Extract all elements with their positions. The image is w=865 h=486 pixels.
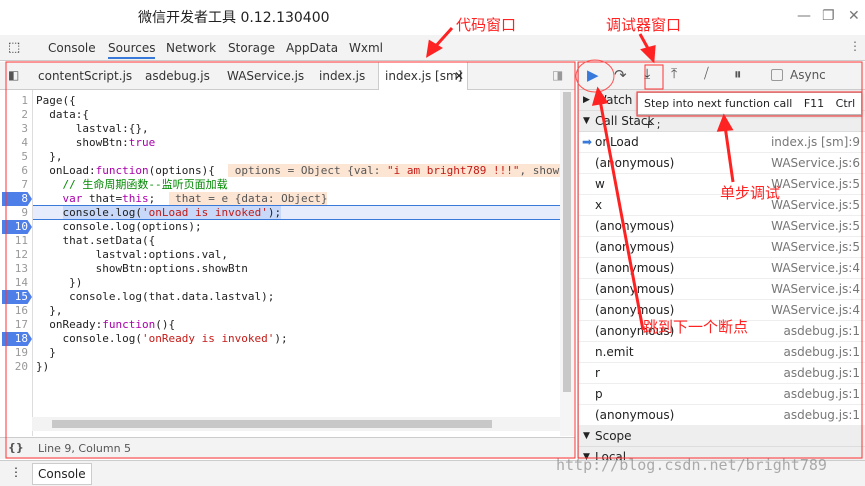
annotation-overlay [5, 26, 863, 459]
resume-highlight [575, 59, 615, 93]
annotation-debugger-window: 调试器窗口 [606, 16, 682, 34]
annotation-next-breakpoint: 跳到下一个断点 [643, 318, 749, 336]
tooltip-highlight [636, 91, 863, 117]
watermark: http://blog.csdn.net/bright789 [556, 456, 827, 474]
step-into-highlight [644, 64, 664, 90]
annotation-step-debug: 单步调试 [720, 184, 781, 202]
code-window-box [5, 61, 576, 459]
annotation-code-window: 代码窗口 [456, 16, 517, 34]
debugger-window-box [577, 61, 863, 459]
